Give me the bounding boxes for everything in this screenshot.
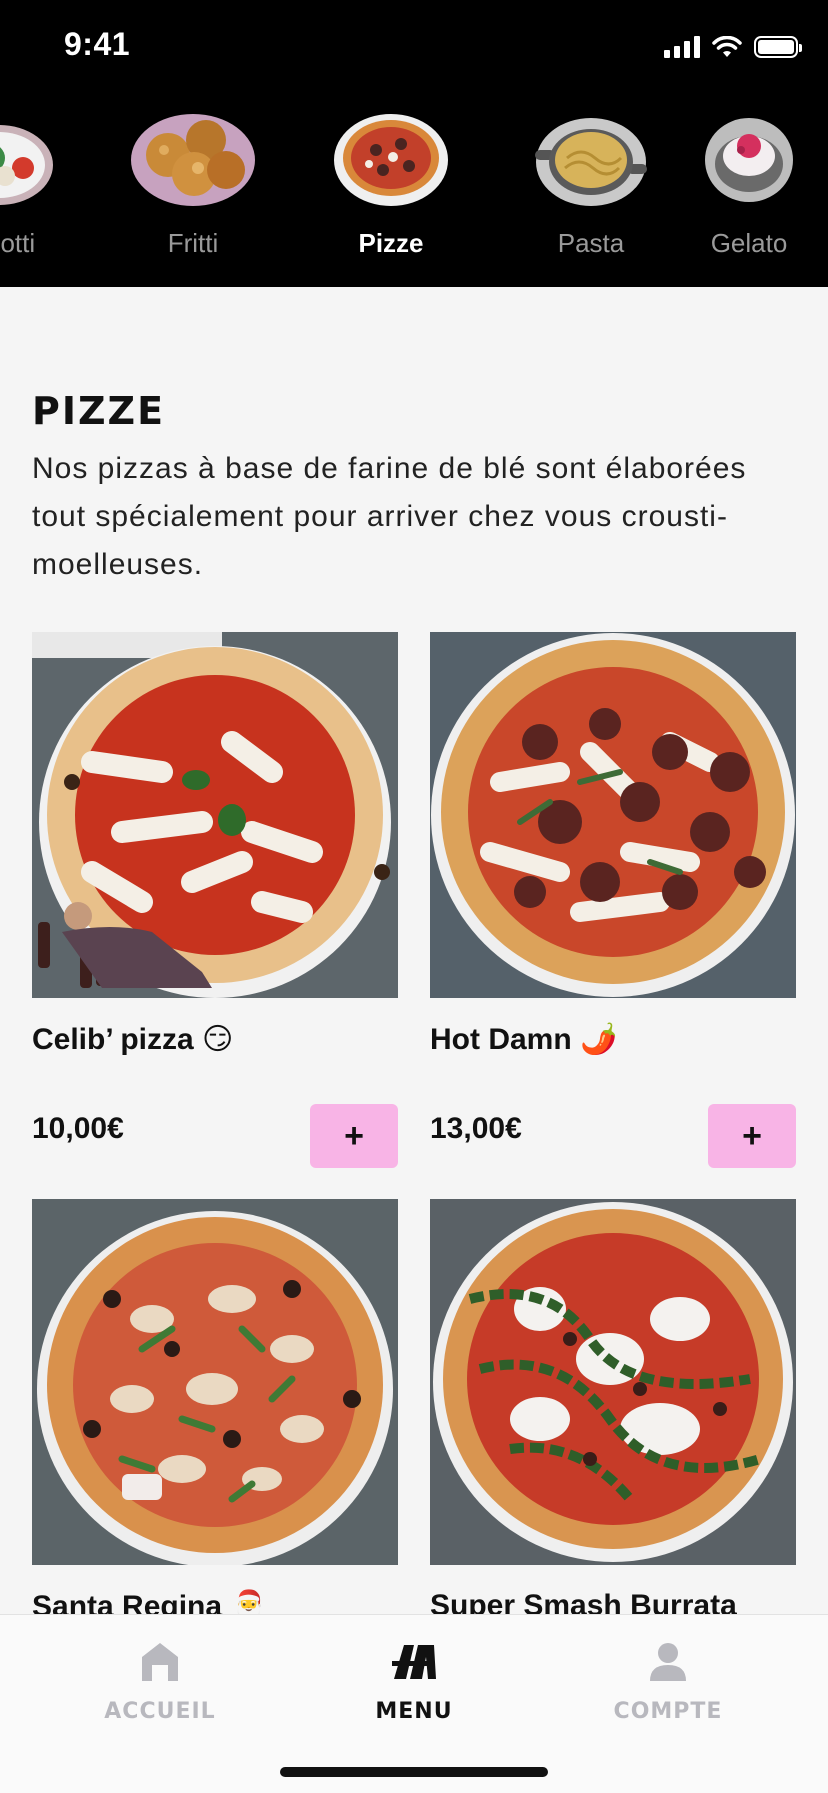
- status-bar: 9:41: [0, 0, 828, 92]
- wifi-icon: [712, 36, 742, 57]
- product-price: 13,00€: [430, 1112, 522, 1145]
- product-image[interactable]: [430, 632, 796, 998]
- menu-book-icon: [392, 1645, 436, 1679]
- category-carousel[interactable]: rodotti Fritti: [0, 100, 828, 270]
- category-label: rodotti: [0, 228, 36, 258]
- antipasti-plate-icon: [0, 125, 53, 205]
- tab-menu[interactable]: MENU: [304, 1639, 524, 1724]
- category-pasta[interactable]: Pasta: [506, 100, 676, 270]
- menu-content[interactable]: PIZZE Nos pizzas à base de farine de blé…: [0, 287, 828, 1614]
- tab-accueil[interactable]: ACCUEIL: [50, 1639, 270, 1724]
- category-label: Pasta: [557, 228, 625, 258]
- top-header: 9:41 rodotti: [0, 0, 828, 287]
- product-name: Hot Damn 🌶️: [430, 1023, 618, 1056]
- bottom-tab-bar: ACCUEIL MENU COMPTE: [0, 1614, 828, 1793]
- pizza-icon: [334, 114, 448, 206]
- pasta-pan-icon: [535, 118, 647, 206]
- tab-label: ACCUEIL: [104, 1699, 216, 1724]
- product-image[interactable]: [32, 1199, 398, 1565]
- home-icon: [142, 1643, 178, 1681]
- product-name: Celib’ pizza 😏: [32, 1023, 234, 1056]
- status-icons: [664, 32, 802, 62]
- category-label: Pizze: [358, 228, 424, 258]
- category-prodotti[interactable]: rodotti: [0, 100, 84, 270]
- product-name: Santa Regina 🎅: [32, 1590, 268, 1614]
- product-name: Super Smash Burrata: [430, 1589, 737, 1614]
- product-image[interactable]: [430, 1199, 796, 1565]
- status-time: 9:41: [64, 26, 131, 62]
- category-pizze[interactable]: Pizze: [306, 100, 476, 270]
- battery-icon: [754, 36, 802, 58]
- add-to-cart-button[interactable]: +: [310, 1104, 398, 1168]
- fried-balls-icon: [131, 114, 255, 206]
- tab-label: COMPTE: [613, 1699, 723, 1724]
- add-to-cart-button[interactable]: +: [708, 1104, 796, 1168]
- category-gelato[interactable]: Gelato: [664, 100, 828, 270]
- gelato-cup-icon: [705, 118, 793, 202]
- cellular-signal-icon: [664, 36, 700, 58]
- category-fritti[interactable]: Fritti: [108, 100, 278, 270]
- tab-compte[interactable]: COMPTE: [558, 1639, 778, 1724]
- section-description: Nos pizzas à base de farine de blé sont …: [32, 452, 747, 581]
- tab-label: MENU: [375, 1699, 453, 1724]
- product-price: 10,00€: [32, 1112, 124, 1145]
- category-label: Fritti: [167, 228, 219, 258]
- home-indicator: [280, 1767, 548, 1777]
- user-icon: [650, 1643, 686, 1681]
- product-image[interactable]: [32, 632, 398, 998]
- section-title: PIZZE: [32, 389, 166, 433]
- category-label: Gelato: [710, 228, 788, 258]
